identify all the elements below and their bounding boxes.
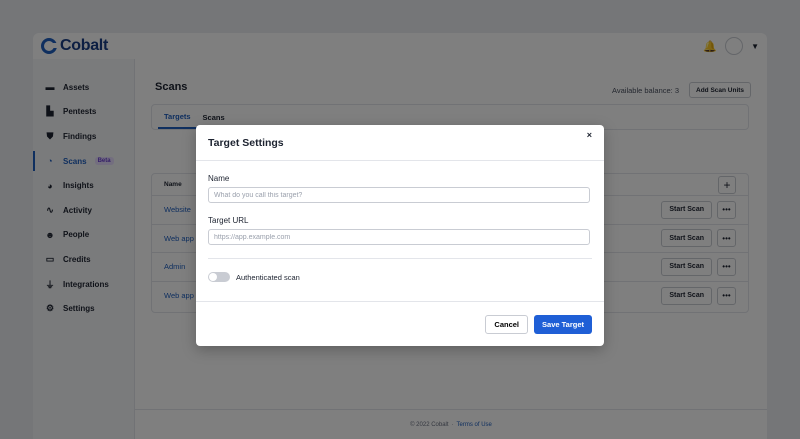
modal-title: Target Settings: [208, 136, 284, 149]
name-input[interactable]: [208, 187, 590, 203]
authenticated-scan-label: Authenticated scan: [236, 272, 300, 282]
close-icon[interactable]: ×: [587, 130, 592, 140]
authenticated-scan-toggle[interactable]: [208, 272, 230, 282]
modal-footer: Cancel Save Target: [196, 301, 604, 346]
modal-divider: [208, 258, 592, 259]
target-url-input[interactable]: [208, 229, 590, 245]
modal-body: Name Target URL Authenticated scan: [196, 174, 604, 282]
cancel-button[interactable]: Cancel: [485, 314, 529, 334]
modal-header: Target Settings ×: [196, 125, 604, 161]
save-target-button[interactable]: Save Target: [534, 314, 592, 334]
name-label: Name: [208, 174, 230, 183]
target-url-label: Target URL: [208, 216, 249, 225]
target-settings-modal: Target Settings × Name Target URL Authen…: [196, 125, 604, 346]
authenticated-scan-row: Authenticated scan: [208, 272, 592, 282]
